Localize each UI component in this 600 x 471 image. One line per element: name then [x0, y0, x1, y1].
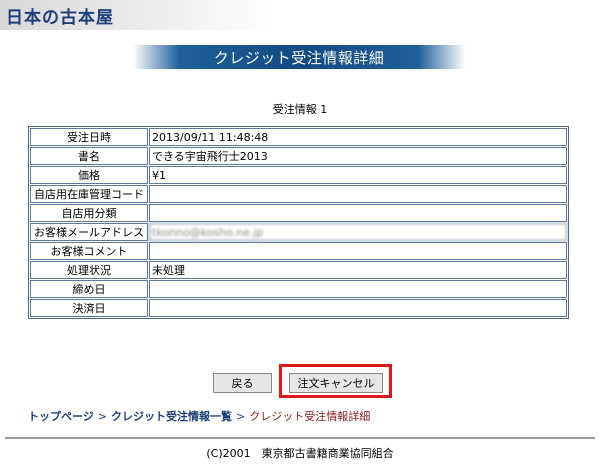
info-row: 価格 ¥1: [30, 166, 567, 184]
info-row: お客様コメント: [30, 242, 567, 260]
info-row-label: 価格: [30, 166, 148, 184]
page-title: クレジット受注情報詳細: [213, 48, 385, 67]
order-info-table: 受注日時 2013/09/11 11:48:48 書名 できる宇宙飛行士2013 価格 ¥…: [28, 126, 569, 319]
info-row: 自店用分類: [30, 204, 567, 222]
info-row: 締め日: [30, 280, 567, 298]
info-row-label: 締め日: [30, 280, 148, 298]
info-row-value: [149, 299, 567, 317]
info-row: お客様メールアドレス tkonno@kosho.ne.jp: [30, 223, 567, 241]
page-title-bar: クレジット受注情報詳細: [133, 45, 465, 69]
site-logo[interactable]: 日本の古本屋: [6, 3, 114, 28]
info-row-label: お客様メールアドレス: [30, 223, 148, 241]
info-row-label: お客様コメント: [30, 242, 148, 260]
info-row: 受注日時 2013/09/11 11:48:48: [30, 128, 567, 146]
back-button[interactable]: 戻る: [213, 373, 272, 393]
info-row-value: ¥1: [149, 166, 567, 184]
breadcrumb: トップページ > クレジット受注情報一覧 > クレジット受注情報詳細: [28, 408, 370, 424]
info-row-value: tkonno@kosho.ne.jp: [149, 223, 567, 241]
info-row-label: 決済日: [30, 299, 148, 317]
info-row-label: 書名: [30, 147, 148, 165]
info-row-label: 受注日時: [30, 128, 148, 146]
order-subtitle: 受注情報 1: [272, 103, 328, 116]
breadcrumb-separator: >: [97, 410, 107, 423]
info-row-value: [149, 185, 567, 203]
info-row: 処理状況 未処理: [30, 261, 567, 279]
info-row-value: 2013/09/11 11:48:48: [149, 128, 567, 146]
breadcrumb-current: クレジット受注情報詳細: [249, 410, 371, 423]
info-row-label: 自店用分類: [30, 204, 148, 222]
info-row: 書名 できる宇宙飛行士2013: [30, 147, 567, 165]
info-row-label: 自店用在庫管理コード: [30, 185, 148, 203]
info-row: 決済日: [30, 299, 567, 317]
cancel-order-button[interactable]: 注文キャンセル: [289, 373, 383, 393]
breadcrumb-list-link[interactable]: クレジット受注情報一覧: [111, 410, 232, 423]
info-row: 自店用在庫管理コード: [30, 185, 567, 203]
info-row-value: 未処理: [149, 261, 567, 279]
info-row-label: 処理状況: [30, 261, 148, 279]
copyright-footer: (C)2001 東京都古書籍商業協同組合: [206, 447, 394, 460]
info-row-value: [149, 280, 567, 298]
info-row-value: [149, 242, 567, 260]
header-logo-bar: 日本の古本屋: [0, 0, 270, 30]
info-row-value: できる宇宙飛行士2013: [149, 147, 567, 165]
breadcrumb-top-link[interactable]: トップページ: [28, 410, 94, 423]
footer-divider: [5, 437, 595, 439]
info-row-value: [149, 204, 567, 222]
breadcrumb-separator: >: [236, 410, 246, 423]
